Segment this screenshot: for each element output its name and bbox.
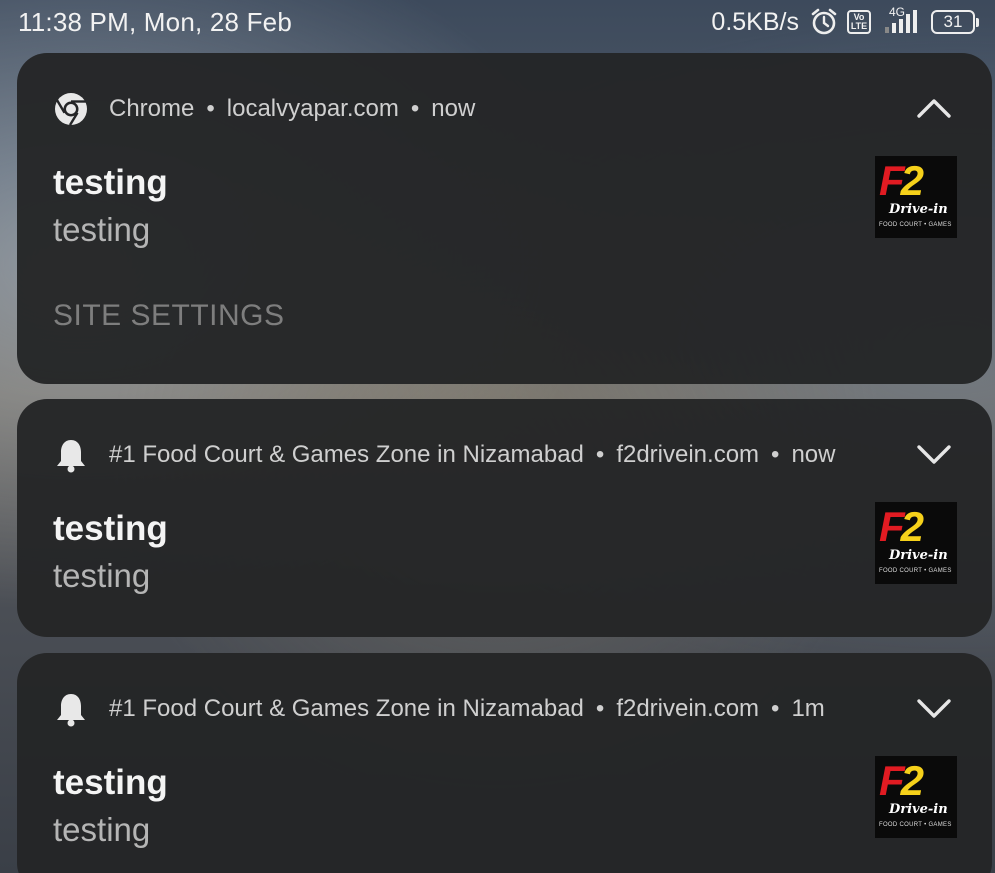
status-time: 11:38 PM, Mon, 28 Feb bbox=[18, 6, 292, 37]
logo-mark: F2 bbox=[879, 503, 924, 550]
signal-icon: 4G bbox=[879, 5, 917, 35]
chevron-up-icon[interactable] bbox=[916, 93, 952, 123]
notification-card-f2drivein[interactable]: #1 Food Court & Games Zone in Nizamabad … bbox=[17, 653, 992, 873]
notification-title: testing bbox=[53, 163, 168, 202]
separator-dot: • bbox=[206, 95, 215, 122]
volte-icon: Vo LTE bbox=[846, 10, 871, 34]
battery-level: 31 bbox=[943, 12, 963, 31]
network-type-label: 4G bbox=[888, 5, 905, 19]
logo-brand: Drive-in bbox=[889, 802, 948, 817]
site-settings-button[interactable]: SITE SETTINGS bbox=[53, 299, 285, 333]
volte-bottom-label: LTE bbox=[850, 21, 868, 31]
notification-time: 1m bbox=[791, 695, 825, 722]
logo-tagline: FOOD COURT • GAMES bbox=[879, 222, 952, 228]
bell-icon bbox=[53, 437, 89, 473]
separator-dot: • bbox=[595, 441, 605, 468]
app-name: Chrome bbox=[109, 95, 195, 122]
notification-body: testing bbox=[53, 557, 151, 594]
notification-header: Chrome • localvyapar.com • now bbox=[53, 89, 475, 129]
notification-body: testing bbox=[53, 811, 151, 848]
logo-mark: F2 bbox=[879, 157, 924, 204]
logo-tagline: FOOD COURT • GAMES bbox=[879, 822, 952, 828]
logo-brand: Drive-in bbox=[889, 548, 948, 563]
notification-card-chrome[interactable]: Chrome • localvyapar.com • now testing t… bbox=[17, 53, 992, 384]
notification-time: now bbox=[791, 441, 836, 468]
notification-header: #1 Food Court & Games Zone in Nizamabad … bbox=[53, 435, 835, 475]
bell-icon bbox=[53, 691, 89, 727]
separator-dot: • bbox=[410, 95, 420, 122]
network-speed: 0.5KB/s bbox=[711, 7, 799, 36]
chrome-icon bbox=[53, 91, 89, 127]
f2-drivein-logo: F2 Drive-in FOOD COURT • GAMES bbox=[875, 502, 957, 584]
notification-title: testing bbox=[53, 763, 168, 802]
separator-dot: • bbox=[771, 695, 780, 722]
source-domain: f2drivein.com bbox=[616, 441, 760, 468]
logo-tagline: FOOD COURT • GAMES bbox=[879, 568, 952, 574]
f2-drivein-logo: F2 Drive-in FOOD COURT • GAMES bbox=[875, 156, 957, 238]
source-domain: localvyapar.com bbox=[226, 95, 399, 122]
notification-header: #1 Food Court & Games Zone in Nizamabad … bbox=[53, 689, 825, 729]
battery-icon: 31 bbox=[931, 10, 979, 34]
chevron-down-icon[interactable] bbox=[916, 439, 952, 469]
chevron-down-icon[interactable] bbox=[916, 693, 952, 723]
separator-dot: • bbox=[595, 695, 605, 722]
notification-card-f2drivein[interactable]: #1 Food Court & Games Zone in Nizamabad … bbox=[17, 399, 992, 637]
status-icons: 0.5KB/s Vo LTE 4G 31 bbox=[711, 5, 979, 37]
status-bar: 11:38 PM, Mon, 28 Feb 0.5KB/s Vo LTE 4G bbox=[0, 0, 995, 44]
notification-title: testing bbox=[53, 509, 168, 548]
source-domain: f2drivein.com bbox=[616, 695, 760, 722]
app-name: #1 Food Court & Games Zone in Nizamabad bbox=[109, 441, 584, 468]
logo-brand: Drive-in bbox=[889, 202, 948, 217]
f2-drivein-logo: F2 Drive-in FOOD COURT • GAMES bbox=[875, 756, 957, 838]
alarm-icon bbox=[809, 7, 839, 37]
app-name: #1 Food Court & Games Zone in Nizamabad bbox=[109, 695, 584, 722]
notification-time: now bbox=[431, 95, 476, 122]
separator-dot: • bbox=[771, 441, 780, 468]
logo-mark: F2 bbox=[879, 757, 924, 804]
notification-body: testing bbox=[53, 211, 151, 248]
